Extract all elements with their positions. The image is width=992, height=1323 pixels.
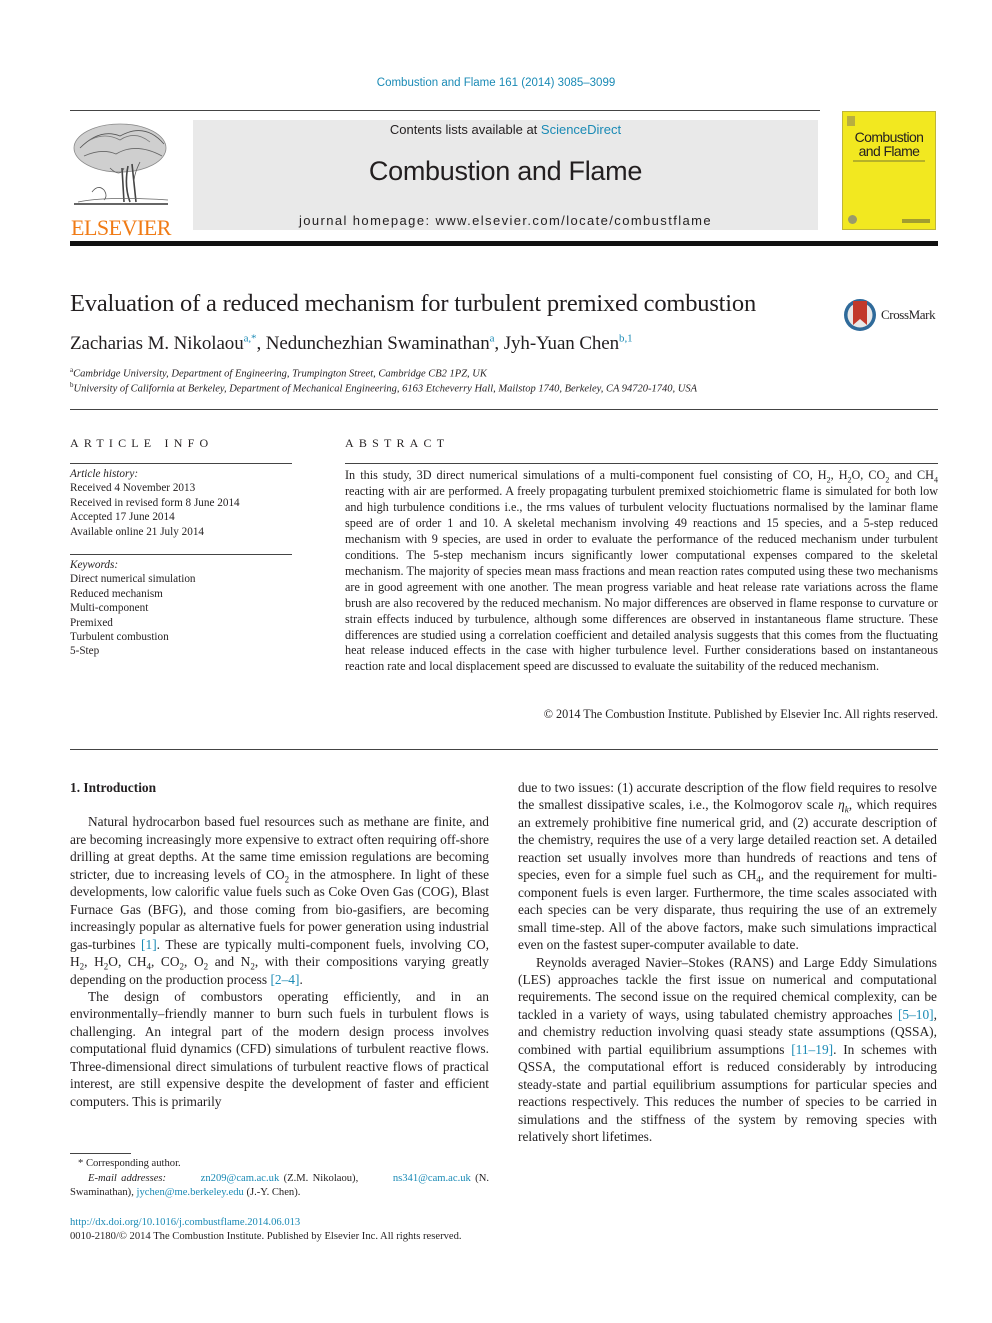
citation-link[interactable]: [5–10]: [898, 1007, 934, 1022]
cover-footer-bar: [902, 219, 930, 223]
author-name[interactable]: Zacharias M. Nikolaou: [70, 333, 244, 354]
article-title: Evaluation of a reduced mechanism for tu…: [70, 290, 756, 317]
email-link[interactable]: zn209@cam.ac.uk: [201, 1173, 280, 1184]
crossmark-button[interactable]: CrossMark: [843, 297, 943, 333]
cover-title: Combustion and Flame: [854, 129, 924, 159]
keyword: Turbulent combustion: [70, 631, 169, 644]
email-link[interactable]: ns341@cam.ac.uk: [393, 1173, 471, 1184]
abstract-rule: [345, 463, 938, 464]
affiliation-a: aCambridge University, Department of Eng…: [70, 366, 487, 380]
body-paragraph: Reynolds averaged Navier–Stokes (RANS) a…: [518, 954, 937, 1145]
author-name[interactable]: Nedunchezhian Swaminathan: [266, 333, 490, 354]
keyword: Multi-component: [70, 602, 149, 615]
journal-title: Combustion and Flame: [368, 156, 643, 186]
affiliation-b: bUniversity of California at Berkeley, D…: [70, 381, 698, 395]
contents-prefix: Contents lists available at: [389, 122, 541, 137]
section-heading: 1. Introduction: [70, 780, 157, 795]
abstract-copyright: © 2014 The Combustion Institute. Publish…: [543, 707, 938, 721]
email-addresses: E-mail addresses: zn209@cam.ac.uk (Z.M. …: [70, 1172, 489, 1199]
author-name[interactable]: Jyh-Yuan Chen: [504, 333, 619, 354]
header-thick-rule: [70, 241, 938, 246]
article-history: Article history: Received 4 November 201…: [70, 467, 240, 539]
cover-logo-icon: [847, 116, 855, 126]
sciencedirect-link[interactable]: ScienceDirect: [541, 122, 621, 137]
crossmark-label: CrossMark: [881, 307, 936, 322]
history-item: Available online 21 July 2014: [70, 525, 205, 538]
section-rule: [70, 409, 938, 410]
history-label: Article history:: [70, 468, 139, 480]
tree-icon: [73, 123, 169, 205]
footnotes: * Corresponding author. E-mail addresses…: [70, 1157, 489, 1201]
keyword: 5-Step: [70, 645, 100, 658]
footnote-rule: [70, 1153, 131, 1154]
body-column-left: 1. Introduction Natural hydrocarbon base…: [70, 779, 489, 1110]
email-link[interactable]: jychen@me.berkeley.edu: [137, 1187, 244, 1198]
keyword: Premixed: [70, 616, 113, 629]
history-item: Received in revised form 8 June 2014: [70, 496, 240, 509]
journal-cover[interactable]: Combustion and Flame: [842, 111, 936, 230]
author-list: Zacharias M. Nikolaoua,*, Nedunchezhian …: [70, 333, 633, 355]
body-paragraph: due to two issues: (1) accurate descript…: [518, 780, 938, 953]
keywords-rule: [70, 554, 292, 555]
keywords-label: Keywords:: [70, 559, 119, 571]
keywords: Keywords: Direct numerical simulation Re…: [70, 558, 196, 659]
citation-link[interactable]: [1]: [141, 937, 157, 952]
abstract-heading: ABSTRACT: [345, 436, 450, 450]
body-paragraph: Natural hydrocarbon based fuel resources…: [70, 814, 490, 987]
body-column-right: due to two issues: (1) accurate descript…: [518, 779, 937, 1146]
issn-copyright: 0010-2180/© 2014 The Combustion Institut…: [70, 1231, 462, 1242]
citation-link[interactable]: [2–4]: [270, 972, 299, 987]
journal-banner: Contents lists available at ScienceDirec…: [193, 120, 818, 230]
cover-subtitle-bar: [853, 160, 925, 162]
contents-line: Contents lists available at ScienceDirec…: [193, 122, 818, 137]
separator: ,: [494, 333, 504, 354]
keyword: Reduced mechanism: [70, 587, 163, 600]
history-item: Received 4 November 2013: [70, 482, 196, 495]
elsevier-logo[interactable]: ELSEVIER: [70, 118, 172, 239]
author-affil-mark[interactable]: b,1: [619, 333, 633, 345]
body-paragraph: The design of combustors operating effic…: [70, 988, 489, 1109]
author-affil-mark[interactable]: a,*: [244, 333, 257, 345]
corresponding-author-note: * Corresponding author.: [78, 1158, 181, 1169]
article-info-rule: [70, 463, 292, 464]
history-item: Accepted 17 June 2014: [70, 511, 175, 524]
article-info-heading: ARTICLE INFO: [70, 436, 214, 450]
running-head[interactable]: Combustion and Flame 161 (2014) 3085–309…: [0, 77, 992, 89]
keyword: Direct numerical simulation: [70, 573, 196, 586]
crossmark-icon: [844, 299, 876, 331]
doi-link[interactable]: http://dx.doi.org/10.1016/j.combustflame…: [70, 1217, 300, 1228]
citation-link[interactable]: [11–19]: [791, 1042, 833, 1057]
header-rule: [70, 110, 820, 111]
abstract-text: In this study, 3D direct numerical simul…: [345, 468, 938, 674]
body-rule: [70, 749, 938, 750]
separator: ,: [256, 333, 266, 354]
publisher-logo-text: ELSEVIER: [71, 215, 171, 240]
journal-homepage[interactable]: journal homepage: www.elsevier.com/locat…: [193, 213, 818, 228]
cover-seal-icon: [848, 215, 857, 224]
